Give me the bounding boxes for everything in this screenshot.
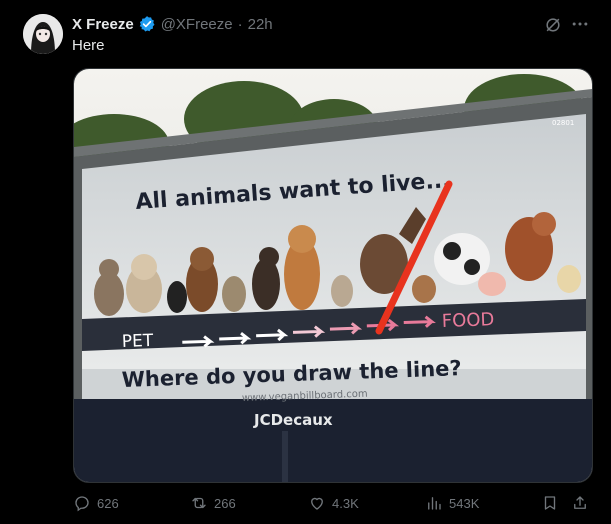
grok-icon[interactable] (543, 15, 563, 35)
avatar-image (23, 14, 63, 54)
avatar[interactable] (23, 14, 63, 54)
reply-count: 626 (97, 495, 119, 511)
views-button[interactable]: 543K (425, 494, 479, 512)
brand-jcdecaux: JCDecaux (253, 411, 333, 429)
like-button[interactable]: 4.3K (308, 494, 359, 512)
separator: · (237, 15, 243, 33)
more-icon[interactable] (570, 14, 590, 34)
views-icon (428, 497, 441, 510)
like-icon (311, 497, 323, 510)
repost-button[interactable]: 266 (190, 494, 236, 512)
post-text: Here (72, 37, 105, 54)
verified-badge-icon (138, 15, 156, 33)
post-time[interactable]: 22h (248, 16, 273, 33)
bookmark-button[interactable] (541, 494, 565, 512)
billboard-photo: All animals want to live... PET FOOD Whe… (74, 69, 592, 482)
views-count: 543K (449, 495, 480, 511)
author-handle[interactable]: @XFreeze (161, 16, 233, 33)
like-count: 4.3K (332, 495, 359, 511)
repost-count: 266 (214, 495, 236, 511)
author-name[interactable]: X Freeze (72, 16, 134, 33)
label-food: FOOD (441, 309, 494, 332)
post-image[interactable]: All animals want to live... PET FOOD Whe… (73, 68, 593, 483)
reply-button[interactable]: 626 (73, 494, 119, 512)
reply-icon (75, 496, 89, 512)
panel-id: 02801 (552, 119, 574, 127)
bookmark-icon (544, 496, 556, 510)
share-icon (574, 496, 586, 509)
post-header: X Freeze @XFreeze · 22h (72, 14, 273, 34)
repost-icon (192, 497, 206, 509)
share-button[interactable] (571, 494, 595, 512)
action-bar: 626 266 4.3K 543K (73, 494, 593, 514)
label-pet: PET (121, 331, 154, 352)
